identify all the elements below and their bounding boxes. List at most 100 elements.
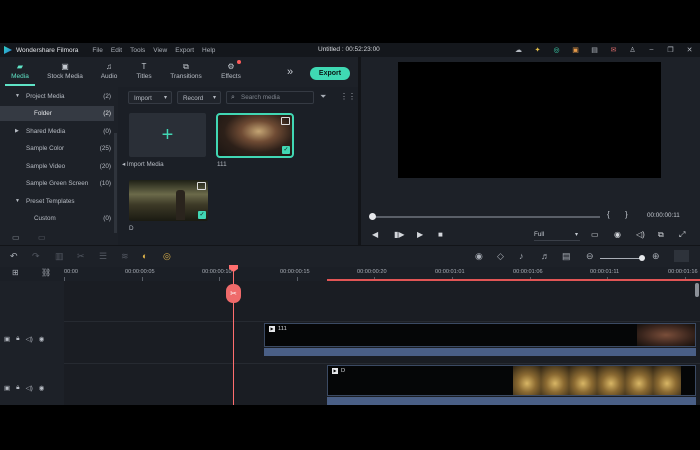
zoom-out-icon[interactable]: ⊖ — [586, 251, 594, 262]
notification-dot — [237, 60, 241, 64]
sidebar-item-sample-video[interactable]: Sample Video (20) — [0, 159, 114, 174]
tab-stock-media[interactable]: ▣ Stock Media — [46, 62, 84, 80]
undo-icon[interactable]: ↶ — [10, 251, 18, 262]
mark-in-icon[interactable]: { — [607, 210, 610, 219]
menu-tools[interactable]: Tools — [130, 47, 145, 54]
sidebar-item-shared-media[interactable]: ▶ Shared Media (0) — [0, 124, 114, 139]
tab-effects[interactable]: ⚙ Effects — [219, 60, 243, 80]
pip-icon[interactable]: ⧉ — [658, 230, 664, 240]
tab-effects-label: Effects — [221, 73, 241, 80]
subtitle-icon[interactable]: ▤ — [562, 251, 571, 262]
shield-icon[interactable]: ◇ — [497, 251, 504, 262]
lock-icon[interactable]: 🔒︎ — [16, 384, 19, 392]
filter-icon[interactable]: ⏷ — [320, 92, 326, 102]
collapse-arrow-icon[interactable]: ▶ — [15, 124, 19, 139]
quality-dropdown[interactable]: Full ▾ — [534, 230, 580, 241]
zoom-slider[interactable] — [600, 258, 640, 259]
render-icon[interactable]: ◉ — [475, 251, 483, 262]
preview-screen — [398, 62, 661, 178]
audio-wave-icon[interactable]: ≋ — [121, 251, 129, 262]
snapshot-icon[interactable]: ◉ — [614, 230, 621, 239]
redo-icon[interactable]: ↷ — [32, 251, 40, 262]
voiceover-icon[interactable]: ♬ — [541, 251, 550, 261]
audio-waveform-d[interactable] — [327, 397, 696, 405]
add-track-icon[interactable]: ⊞ — [12, 268, 19, 277]
media-item-d[interactable]: ✓ — [129, 180, 208, 221]
record-dropdown[interactable]: Record ▾ — [177, 91, 221, 104]
lock-icon[interactable]: 🔒︎ — [16, 335, 19, 343]
delete-icon[interactable]: ▥ — [55, 251, 64, 262]
menu-view[interactable]: View — [153, 47, 167, 54]
link-icon[interactable]: ⛓ — [41, 268, 51, 277]
sidebar-item-project-media[interactable]: ▼ Project Media (2) — [0, 89, 114, 104]
previous-frame-icon[interactable]: ◀ — [372, 230, 378, 239]
search-icon: ⌕ — [231, 94, 235, 101]
sidebar-item-folder[interactable]: Folder (2) — [0, 106, 114, 121]
microphone-icon[interactable]: ♪ — [519, 251, 524, 261]
sidebar-scrollbar[interactable] — [114, 133, 117, 233]
adjust-icon[interactable]: ☰ — [99, 251, 107, 262]
timeline-ruler[interactable]: ⊞ ⛓ 00:00 00:00:00:05 00:00:00:10 00:00:… — [0, 267, 700, 281]
export-button[interactable]: Export — [310, 67, 350, 80]
more-tabs-icon[interactable]: » — [287, 66, 293, 78]
play-icon[interactable]: ▶ — [417, 230, 423, 239]
import-media-card[interactable]: + — [129, 113, 206, 157]
expand-arrow-icon[interactable]: ▼ — [15, 89, 20, 104]
timeline-clip-d[interactable]: ▶ D — [327, 365, 696, 396]
search-input[interactable]: ⌕ Search media — [226, 91, 314, 104]
gift-icon[interactable]: ▣ — [571, 45, 580, 54]
tab-transitions[interactable]: ⧉ Transitions — [168, 62, 204, 80]
import-label: Import — [134, 95, 152, 102]
stop-icon[interactable]: ■ — [438, 230, 443, 239]
audio-icon[interactable]: ◁) — [26, 384, 33, 392]
menu-file[interactable]: File — [92, 47, 102, 54]
audio-waveform-111[interactable] — [264, 348, 696, 356]
music-note-icon: ♫ — [106, 62, 112, 71]
monitor-icon[interactable]: ▭ — [591, 230, 599, 239]
account-icon[interactable]: ♙ — [628, 45, 637, 54]
zoom-slider-handle[interactable] — [639, 255, 645, 261]
mail-icon[interactable]: ✉ — [609, 45, 618, 54]
save-icon[interactable]: ▤ — [590, 45, 599, 54]
media-item-111[interactable]: ✓ — [216, 113, 294, 158]
eye-icon[interactable]: ◉ — [39, 384, 45, 392]
sidebar-item-sample-green-screen[interactable]: Sample Green Screen (10) — [0, 176, 114, 191]
volume-icon[interactable]: ◁) — [636, 230, 645, 239]
tab-media[interactable]: ▰ Media — [5, 62, 35, 86]
sidebar-item-preset-templates[interactable]: ▼ Preset Templates — [0, 194, 114, 209]
menu-help[interactable]: Help — [202, 47, 215, 54]
close-icon[interactable]: ✕ — [685, 45, 694, 54]
scissors-icon[interactable]: ✂ — [226, 284, 241, 303]
import-dropdown[interactable]: Import ▾ — [128, 91, 172, 104]
tab-audio[interactable]: ♫ Audio — [98, 62, 120, 80]
minimize-icon[interactable]: – — [647, 45, 656, 54]
clip-thumbnail — [637, 324, 695, 346]
expand-arrow-icon[interactable]: ▼ — [15, 194, 20, 209]
speed-icon[interactable]: ◎ — [163, 251, 171, 262]
timeline-scrollbar[interactable] — [695, 283, 699, 297]
cloud-icon[interactable]: ☁ — [514, 45, 523, 54]
seek-bar[interactable] — [371, 216, 600, 218]
menu-export[interactable]: Export — [175, 47, 194, 54]
step-back-icon[interactable]: ▮▶ — [394, 230, 405, 239]
audio-icon[interactable]: ◁) — [26, 335, 33, 343]
maximize-icon[interactable]: ❐ — [666, 45, 675, 54]
sidebar-item-custom[interactable]: Custom (0) — [0, 211, 114, 226]
color-icon[interactable]: ◐ — [142, 251, 147, 261]
grid-view-icon[interactable]: ⋮⋮ — [340, 92, 356, 101]
cut-icon[interactable]: ✂ — [77, 251, 85, 262]
new-folder-icon[interactable]: ▭ — [12, 233, 20, 242]
tab-titles[interactable]: T Titles — [133, 62, 155, 80]
zoom-in-icon[interactable]: ⊕ — [652, 251, 660, 262]
fullscreen-icon[interactable]: ⤢ — [679, 230, 685, 240]
headset-icon[interactable]: ◎ — [552, 45, 561, 54]
layout-icon[interactable] — [674, 250, 689, 262]
menu-edit[interactable]: Edit — [111, 47, 122, 54]
mark-out-icon[interactable]: } — [625, 210, 628, 219]
seek-handle[interactable] — [369, 213, 376, 220]
eye-icon[interactable]: ◉ — [39, 335, 45, 343]
video-track-icon: ▣ — [4, 385, 11, 392]
sidebar-item-sample-color[interactable]: Sample Color (25) — [0, 141, 114, 156]
timeline-clip-111[interactable]: ▶ 111 — [264, 323, 696, 347]
lightbulb-icon[interactable]: ✦ — [533, 45, 542, 54]
